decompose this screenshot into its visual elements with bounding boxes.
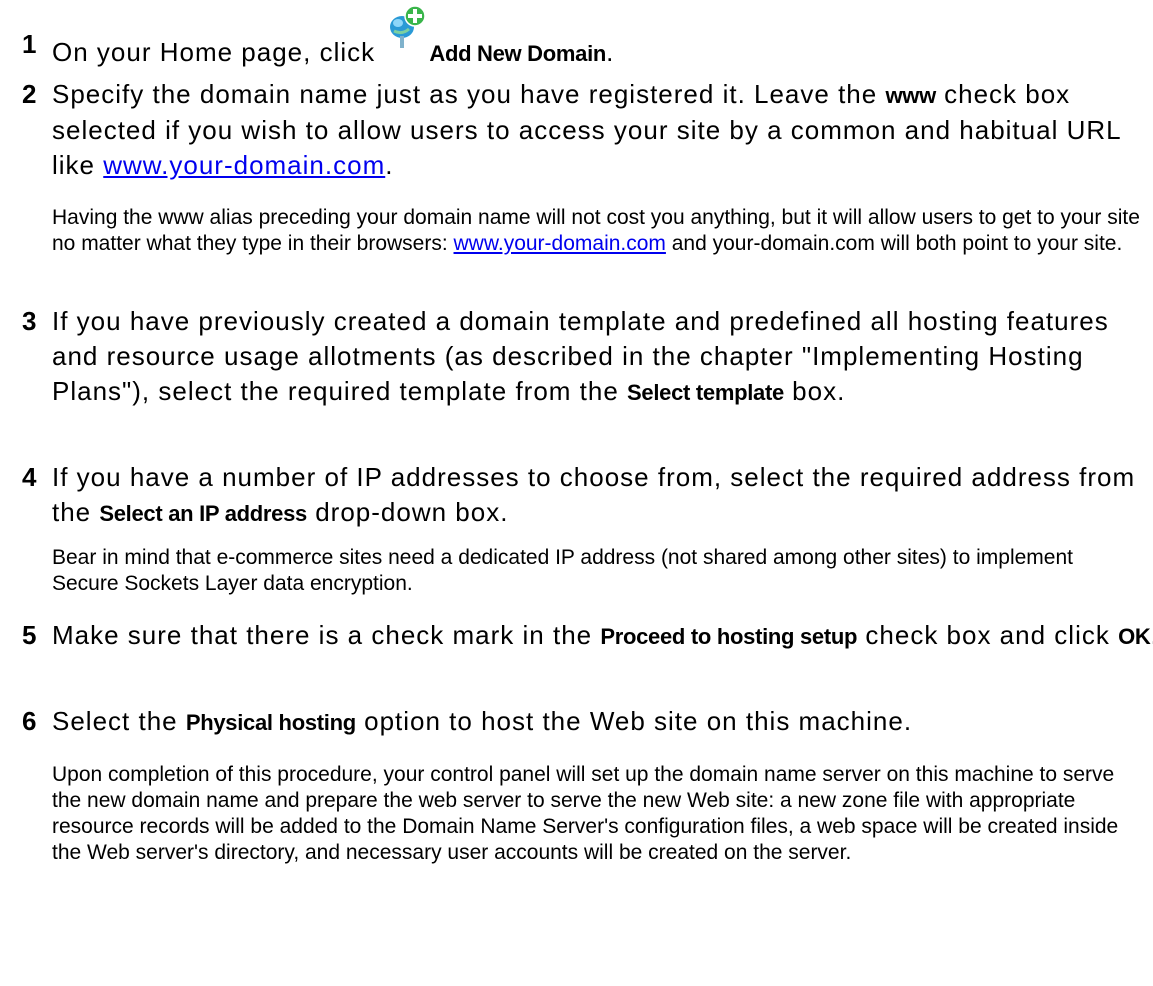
- ui-label-select-template: Select template: [627, 380, 784, 405]
- step-text: Select the: [52, 706, 186, 736]
- ui-label-ok: OK: [1118, 624, 1151, 649]
- step-6: 6 Select the Physical hosting option to …: [22, 704, 1153, 740]
- step-text: Specify the domain name just as you have…: [52, 79, 886, 109]
- step-text: Make sure that there is a check mark in …: [52, 620, 601, 650]
- step-number: 5: [22, 620, 37, 650]
- step-number: 1: [22, 29, 37, 59]
- step-number: 4: [22, 462, 37, 492]
- step-text-end: .: [606, 37, 615, 67]
- ui-label-add-new-domain: Add New Domain: [429, 41, 607, 66]
- domain-link[interactable]: www.your-domain.com: [103, 150, 385, 180]
- ui-label-physical-hosting: Physical hosting: [185, 710, 356, 735]
- note-text: Bear in mind that e-commerce sites need …: [52, 546, 1073, 595]
- step-1: 1 On your Home page, click Add New Domai…: [22, 5, 1153, 71]
- ui-label-www: www: [885, 83, 936, 108]
- note-text: and your-domain.com will both point to y…: [665, 232, 1123, 255]
- step-4-note: Bear in mind that e-commerce sites need …: [52, 545, 1142, 597]
- step-number: 3: [22, 306, 37, 336]
- step-text-end: option to host the Web site on this mach…: [355, 706, 913, 736]
- step-text-end: .: [385, 150, 394, 180]
- step-text: If you have previously created a domain …: [52, 306, 1109, 406]
- step-text-end: drop-down box.: [306, 497, 509, 527]
- step-3: 3 If you have previously created a domai…: [22, 304, 1153, 410]
- step-text: On your Home page, click: [52, 37, 384, 67]
- note-text: Upon completion of this procedure, your …: [52, 763, 1119, 864]
- step-2-note: Having the www alias preceding your doma…: [52, 205, 1142, 257]
- step-2: 2 Specify the domain name just as you ha…: [22, 77, 1153, 183]
- step-text-end: box.: [783, 376, 846, 406]
- step-6-note: Upon completion of this procedure, your …: [52, 762, 1142, 866]
- add-domain-icon[interactable]: [385, 5, 426, 67]
- step-4: 4 If you have a number of IP addresses t…: [22, 460, 1153, 531]
- step-text: check box and click: [857, 620, 1119, 650]
- step-number: 2: [22, 79, 37, 109]
- domain-link[interactable]: www.your-domain.com: [454, 232, 666, 255]
- ui-label-select-ip-address: Select an IP address: [99, 501, 307, 526]
- ui-label-proceed-to-hosting-setup: Proceed to hosting setup: [600, 624, 858, 649]
- step-number: 6: [22, 706, 37, 736]
- step-5: 5 Make sure that there is a check mark i…: [22, 618, 1153, 654]
